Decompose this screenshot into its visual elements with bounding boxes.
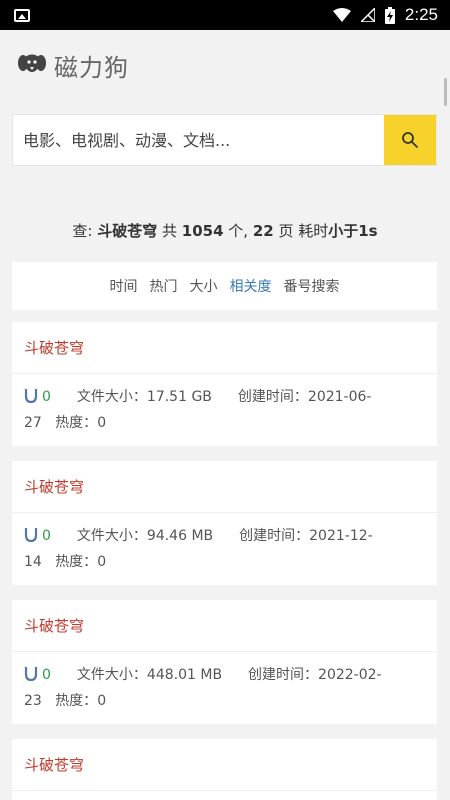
result-card[interactable]: 斗破苍穹 0 文件大小：448.01 MB 创建时间：2022-02- 23 热度：…: [12, 600, 437, 724]
summary-time: 小于1s: [328, 222, 378, 240]
result-title[interactable]: 斗破苍穹: [12, 739, 437, 791]
result-card[interactable]: 斗破苍穹 0 文件大小：94.46 MB 创建时间：2021-12- 14 热度：0: [12, 461, 437, 585]
heat-value: 0: [97, 554, 107, 570]
search-bar: [12, 114, 437, 166]
status-time: 2:25: [404, 5, 438, 24]
result-title[interactable]: 斗破苍穹: [12, 461, 437, 513]
magnet-icon: [24, 528, 38, 543]
result-meta: 0 文件大小：17.51 GB 创建时间：2021-06- 27 热度：0: [24, 389, 372, 431]
sort-tab-relevance[interactable]: 相关度: [230, 276, 272, 296]
result-card[interactable]: 斗破苍穹 0 文件大小：17.51 GB 创建时间：2021-06- 27 热度：0: [12, 322, 437, 446]
created-date: 2022-02-: [318, 667, 382, 683]
result-card[interactable]: 斗破苍穹: [12, 739, 437, 800]
result-summary: 查: 斗破苍穹 共 1054 个, 22 页 耗时小于1s: [72, 222, 378, 240]
result-title[interactable]: 斗破苍穹: [12, 600, 437, 652]
result-title[interactable]: 斗破苍穹: [12, 322, 437, 374]
file-size: 17.51 GB: [146, 389, 212, 405]
sort-tab-hot[interactable]: 热门: [150, 276, 178, 296]
heat-value: 0: [97, 415, 107, 431]
created-date-cont: 27: [24, 415, 42, 431]
magnet-icon: [24, 667, 38, 682]
created-date: 2021-06-: [307, 389, 372, 405]
magnet-icon: [24, 389, 38, 404]
created-date: 2021-12-: [309, 528, 373, 544]
sort-tab-size[interactable]: 大小: [190, 276, 218, 296]
summary-keyword: 斗破苍穹: [97, 222, 158, 240]
created-date-cont: 14: [24, 554, 42, 570]
search-input[interactable]: [13, 115, 384, 165]
result-meta: 0 文件大小：94.46 MB 创建时间：2021-12- 14 热度：0: [24, 528, 373, 570]
app-title: 磁力狗: [54, 53, 129, 82]
magnet-count: 0: [42, 667, 51, 683]
magnet-count: 0: [42, 389, 51, 405]
dog-logo-icon: [18, 54, 46, 72]
sort-tab-code-search[interactable]: 番号搜索: [284, 276, 340, 296]
sort-tab-time[interactable]: 时间: [110, 276, 138, 296]
wifi-icon: [332, 8, 351, 22]
status-bar: 2:25: [0, 0, 450, 30]
created-date-cont: 23: [24, 693, 42, 709]
search-button[interactable]: [384, 115, 436, 165]
magnet-count: 0: [42, 528, 51, 544]
summary-total: 1054: [181, 222, 224, 240]
file-size: 448.01 MB: [146, 667, 223, 683]
result-meta: 0 文件大小：448.01 MB 创建时间：2022-02- 23 热度：0: [24, 667, 382, 709]
gallery-notification-icon: [14, 8, 30, 22]
search-icon: [402, 132, 418, 148]
app-header: 磁力狗: [0, 30, 450, 100]
no-signal-icon: [360, 8, 375, 22]
summary-pages: 22: [252, 222, 274, 240]
sort-tabs: 时间 热门 大小 相关度 番号搜索: [12, 262, 437, 310]
scrollbar[interactable]: [444, 78, 447, 106]
heat-value: 0: [97, 693, 107, 709]
file-size: 94.46 MB: [146, 528, 214, 544]
battery-charging-icon: [384, 6, 395, 24]
